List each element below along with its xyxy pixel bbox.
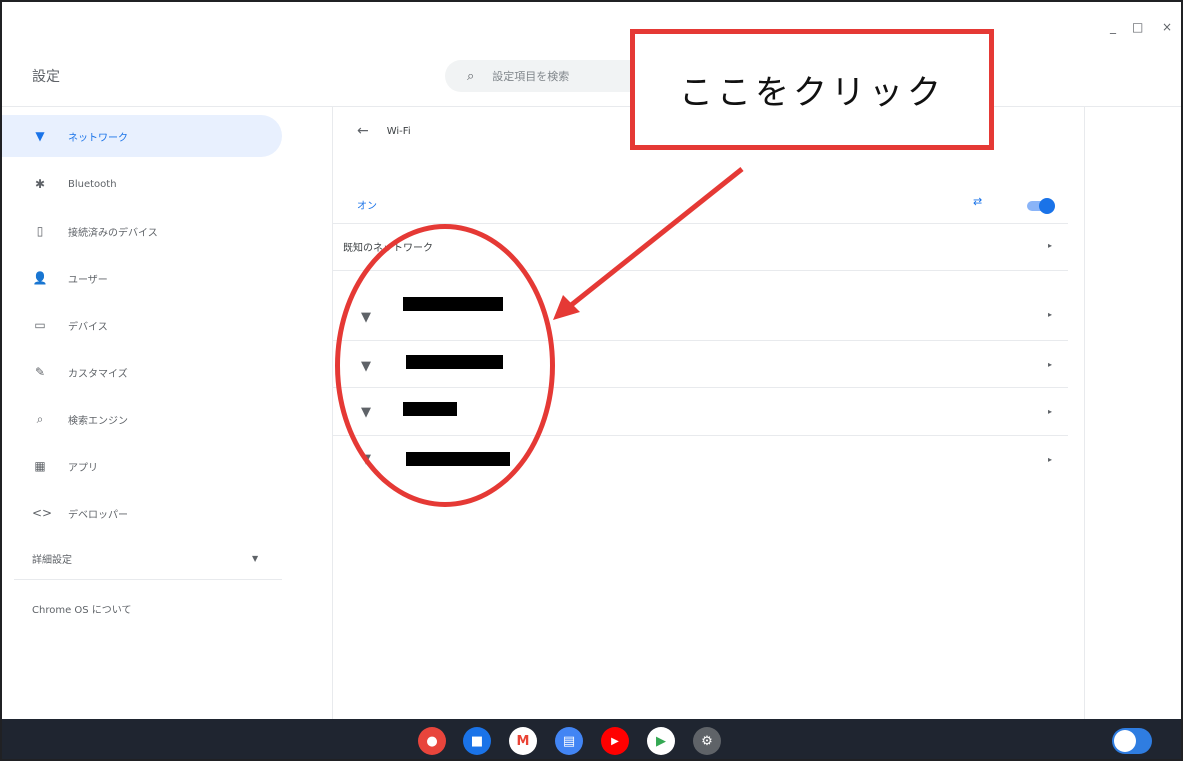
app-title: 設定	[32, 69, 60, 85]
wifi-status-label: オン	[357, 201, 377, 212]
sidebar-item-label: 接続済みのデバイス	[68, 227, 158, 239]
play-store-icon[interactable]: ▶	[647, 727, 675, 755]
youtube-icon[interactable]: ▶	[601, 727, 629, 755]
wifi-toggle-row: オン ⇄	[333, 179, 1073, 223]
sidebar-item-label: アプリ	[68, 462, 98, 474]
subpage-header: ← Wi-Fi	[357, 123, 411, 139]
page-title: Wi-Fi	[386, 125, 411, 137]
back-arrow-icon[interactable]: ←	[357, 123, 369, 139]
maximize-icon[interactable]: □	[1132, 20, 1143, 34]
sidebar-item-advanced[interactable]: 詳細設定 ▼	[2, 537, 282, 579]
wifi-sync-icon[interactable]: ⇄	[973, 195, 982, 208]
chevron-right-icon: ▸	[1048, 360, 1053, 369]
person-icon: 👤	[32, 271, 48, 285]
brush-icon: ✎	[34, 365, 46, 379]
files-icon[interactable]: ■	[463, 727, 491, 755]
search-placeholder: 設定項目を検索	[492, 70, 570, 83]
annotation-callout: ここをクリック	[630, 29, 994, 150]
chevron-right-icon: ▸	[1048, 310, 1053, 319]
chevron-right-icon: ▸	[1048, 407, 1053, 416]
sidebar-item-device[interactable]: ▭ デバイス	[2, 304, 282, 346]
screenshot-frame: _ □ × 設定 ⌕ 設定項目を検索 ▼ ネットワーク ✱ Bluetooth …	[0, 0, 1183, 761]
status-tray[interactable]	[1112, 728, 1152, 754]
sidebar-item-bluetooth[interactable]: ✱ Bluetooth	[2, 163, 282, 205]
sidebar-item-label: ネットワーク	[68, 132, 128, 144]
bluetooth-icon: ✱	[34, 177, 46, 191]
sidebar-item-connected-devices[interactable]: ▯ 接続済みのデバイス	[2, 210, 282, 252]
sidebar-item-developers[interactable]: <> デベロッパー	[2, 492, 282, 534]
code-icon: <>	[32, 506, 53, 520]
gmail-icon[interactable]: M	[509, 727, 537, 755]
sidebar-item-label: Bluetooth	[68, 178, 117, 190]
shelf: ● ■ M ▤ ▶ ▶ ⚙	[2, 719, 1181, 759]
sidebar-item-label: 検索エンジン	[68, 415, 128, 427]
docs-icon[interactable]: ▤	[555, 727, 583, 755]
chevron-down-icon: ▼	[252, 554, 259, 563]
wifi-toggle[interactable]	[1027, 198, 1055, 214]
sidebar-item-personalization[interactable]: ✎ カスタマイズ	[2, 351, 282, 393]
sidebar-item-about[interactable]: Chrome OS について	[2, 587, 282, 629]
chevron-right-icon: ▸	[1048, 455, 1053, 464]
chrome-icon[interactable]: ●	[418, 727, 446, 755]
sidebar-divider	[14, 579, 282, 580]
sidebar-item-label: 詳細設定	[32, 554, 72, 566]
settings-gear-icon[interactable]: ⚙	[693, 727, 721, 755]
sidebar-item-label: カスタマイズ	[68, 368, 128, 380]
search-icon: ⌕	[36, 411, 44, 426]
sidebar-item-search-engine[interactable]: ⌕ 検索エンジン	[2, 398, 282, 440]
laptop-icon: ▭	[34, 318, 46, 332]
sidebar-item-label: デベロッパー	[68, 509, 128, 521]
sidebar-item-label: Chrome OS について	[32, 604, 132, 616]
callout-text: ここをクリック	[679, 73, 945, 113]
sidebar-item-network[interactable]: ▼ ネットワーク	[2, 115, 282, 157]
phone-icon: ▯	[36, 224, 44, 238]
wifi-icon: ▼	[35, 129, 45, 143]
sidebar-item-users[interactable]: 👤 ユーザー	[2, 257, 282, 299]
chevron-right-icon: ▸	[1048, 241, 1053, 250]
sidebar-item-label: デバイス	[68, 321, 108, 333]
sidebar-item-apps[interactable]: ▦ アプリ	[2, 445, 282, 487]
sidebar: ▼ ネットワーク ✱ Bluetooth ▯ 接続済みのデバイス 👤 ユーザー …	[2, 107, 332, 719]
minimize-icon[interactable]: _	[1110, 20, 1116, 34]
close-icon[interactable]: ×	[1162, 20, 1172, 34]
sidebar-item-label: ユーザー	[68, 274, 108, 286]
annotation-ellipse	[335, 224, 555, 507]
search-icon: ⌕	[467, 68, 475, 84]
apps-grid-icon: ▦	[34, 459, 46, 473]
